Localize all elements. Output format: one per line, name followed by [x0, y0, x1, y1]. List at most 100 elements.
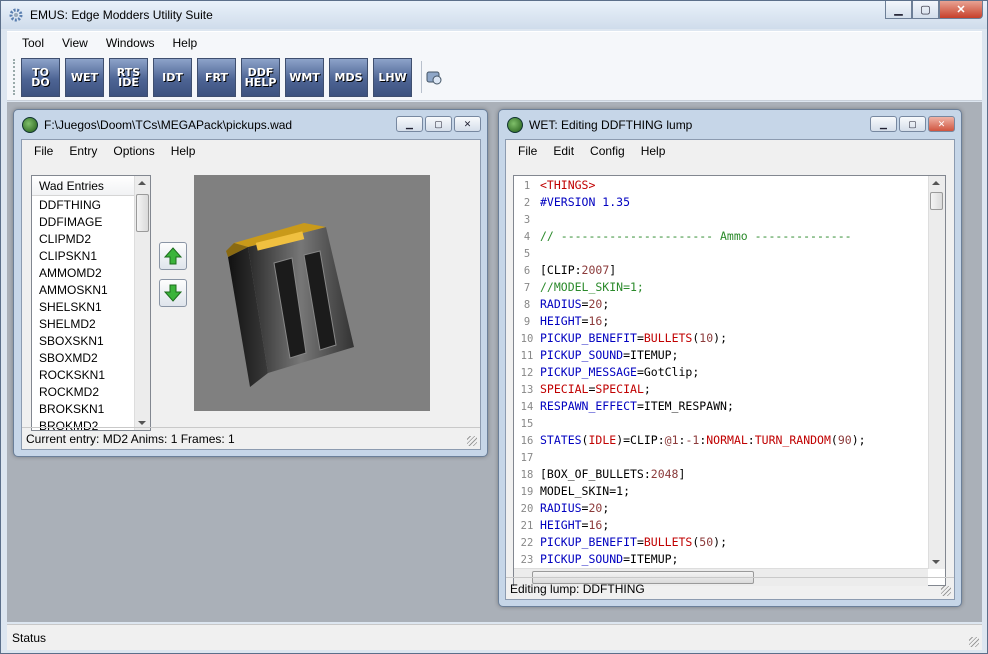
code-line[interactable]: 7 //MODEL_SKIN=1; [514, 280, 945, 297]
wad-menu-file[interactable]: File [34, 144, 53, 158]
code-line[interactable]: 18 [BOX_OF_BULLETS:2048] [514, 467, 945, 484]
list-item[interactable]: ROCKSKN1 [32, 366, 135, 383]
scroll-up-icon[interactable] [138, 181, 146, 185]
list-item[interactable]: SBOXSKN1 [32, 332, 135, 349]
list-item[interactable]: AMMOSKN1 [32, 281, 135, 298]
list-item[interactable]: DDFTHING [32, 196, 135, 213]
minimize-button[interactable]: ▁ [885, 1, 912, 19]
code-line[interactable]: 16 STATES(IDLE)=CLIP:@1:-1:NORMAL:TURN_RA… [514, 433, 945, 450]
maximize-button[interactable]: ▢ [912, 1, 939, 19]
code-line[interactable]: 5 [514, 246, 945, 263]
code-line[interactable]: 12 PICKUP_MESSAGE=GotClip; [514, 365, 945, 382]
wet-maximize-button[interactable]: ▢ [899, 116, 926, 132]
scroll-thumb[interactable] [930, 192, 943, 210]
code-line[interactable]: 21 HEIGHT=16; [514, 518, 945, 535]
wad-entries-list[interactable]: Wad Entries DDFTHING DDFIMAGE CLIPMD2 CLIPS… [31, 175, 151, 431]
code-line[interactable]: 8 RADIUS=20; [514, 297, 945, 314]
wet-menu-help[interactable]: Help [641, 144, 666, 158]
code-line[interactable]: 22 PICKUP_BENEFIT=BULLETS(50); [514, 535, 945, 552]
list-item[interactable]: SHELMD2 [32, 315, 135, 332]
scroll-down-icon[interactable] [138, 421, 146, 425]
menu-view[interactable]: View [62, 36, 88, 50]
tool-idt-button[interactable]: IDT [153, 58, 192, 97]
list-item[interactable]: AMMOMD2 [32, 264, 135, 281]
scroll-thumb[interactable] [136, 194, 149, 232]
wet-menu-edit[interactable]: Edit [553, 144, 574, 158]
code-line[interactable]: 9 HEIGHT=16; [514, 314, 945, 331]
wad-menu-entry[interactable]: Entry [69, 144, 97, 158]
wet-minimize-button[interactable]: ▁ [870, 116, 897, 132]
wad-maximize-button[interactable]: ▢ [425, 116, 452, 132]
code-line[interactable]: 23 PICKUP_SOUND=ITEMUP; [514, 552, 945, 569]
code-editor[interactable]: 1 <THINGS> 2 #VERSION 1.35 3 4 // ------------… [513, 175, 946, 586]
wad-window: F:\Juegos\Doom\TCs\MEGAPack\pickups.wad … [13, 109, 488, 457]
tool-mds-button[interactable]: MDS [329, 58, 368, 97]
wad-entries-scrollbar[interactable] [134, 176, 150, 430]
wad-menu-help[interactable]: Help [171, 144, 196, 158]
wet-menu-config[interactable]: Config [590, 144, 625, 158]
code-token: PICKUP_MESSAGE [540, 365, 637, 379]
tool-frt-button[interactable]: FRT [197, 58, 236, 97]
close-button[interactable]: ✕ [939, 1, 983, 19]
code-line[interactable]: 19 MODEL_SKIN=1; [514, 484, 945, 501]
resize-grip[interactable] [941, 586, 951, 596]
wet-status-text: Editing lump: DDFTHING [510, 582, 645, 596]
code-line[interactable]: 10 PICKUP_BENEFIT=BULLETS(10); [514, 331, 945, 348]
wad-close-button[interactable]: ✕ [454, 116, 481, 132]
list-item[interactable]: SHELSKN1 [32, 298, 135, 315]
code-token: ); [851, 433, 866, 447]
code-token: )=CLIP: [616, 433, 665, 447]
tool-lhw-button[interactable]: LHW [373, 58, 412, 97]
move-up-button[interactable] [159, 242, 187, 270]
code-line[interactable]: 14 RESPAWN_EFFECT=ITEM_RESPAWN; [514, 399, 945, 416]
code-line[interactable]: 15 [514, 416, 945, 433]
list-item[interactable]: BROKSKN1 [32, 400, 135, 417]
line-number: 8 [523, 299, 531, 311]
scroll-up-icon[interactable] [932, 181, 940, 185]
code-line[interactable]: 1 <THINGS> [514, 178, 945, 195]
code-line[interactable]: 4 // ---------------------- Ammo --------… [514, 229, 945, 246]
line-number: 17 [520, 452, 534, 464]
resize-grip[interactable] [969, 637, 979, 647]
wad-entries-header[interactable]: Wad Entries [32, 176, 135, 196]
code-line[interactable]: 3 [514, 212, 945, 229]
menu-tool[interactable]: Tool [22, 36, 44, 50]
menu-windows[interactable]: Windows [106, 36, 155, 50]
list-item[interactable]: CLIPSKN1 [32, 247, 135, 264]
list-item[interactable]: CLIPMD2 [32, 230, 135, 247]
code-token: 2007 [581, 263, 610, 277]
maximize-icon: ▢ [920, 4, 931, 16]
list-item[interactable]: ROCKMD2 [32, 383, 135, 400]
menu-help[interactable]: Help [173, 36, 198, 50]
code-line[interactable]: 17 [514, 450, 945, 467]
line-number: 2 [523, 197, 531, 209]
list-item[interactable]: SBOXMD2 [32, 349, 135, 366]
code-line[interactable]: 20 RADIUS=20; [514, 501, 945, 518]
code-line[interactable]: 13 SPECIAL=SPECIAL; [514, 382, 945, 399]
wet-menu-file[interactable]: File [518, 144, 537, 158]
scroll-down-icon[interactable] [932, 560, 940, 564]
tool-info-icon[interactable] [425, 68, 443, 86]
tool-rts-ide-button[interactable]: RTS IDE [109, 58, 148, 97]
tool-wet-button[interactable]: WET [65, 58, 104, 97]
code-token: STATES [540, 433, 582, 447]
wet-menu-bar: File Edit Config Help [506, 140, 954, 162]
resize-grip[interactable] [467, 436, 477, 446]
code-line[interactable]: 11 PICKUP_SOUND=ITEMUP; [514, 348, 945, 365]
wad-menu-options[interactable]: Options [113, 144, 154, 158]
toolbar-grip[interactable] [13, 59, 17, 95]
editor-vertical-scrollbar[interactable] [928, 176, 945, 569]
main-status-bar: Status [7, 624, 982, 650]
tool-todo-button[interactable]: TO DO [21, 58, 60, 97]
tool-ddf-help-button[interactable]: DDF HELP [241, 58, 280, 97]
line-number: 13 [520, 384, 534, 396]
close-icon: ✕ [463, 118, 472, 129]
model-preview[interactable] [194, 175, 430, 411]
code-line[interactable]: 2 #VERSION 1.35 [514, 195, 945, 212]
wet-close-button[interactable]: ✕ [928, 116, 955, 132]
code-line[interactable]: 6 [CLIP:2007] [514, 263, 945, 280]
list-item[interactable]: DDFIMAGE [32, 213, 135, 230]
wad-minimize-button[interactable]: ▁ [396, 116, 423, 132]
tool-wmt-button[interactable]: WMT [285, 58, 324, 97]
move-down-button[interactable] [159, 279, 187, 307]
